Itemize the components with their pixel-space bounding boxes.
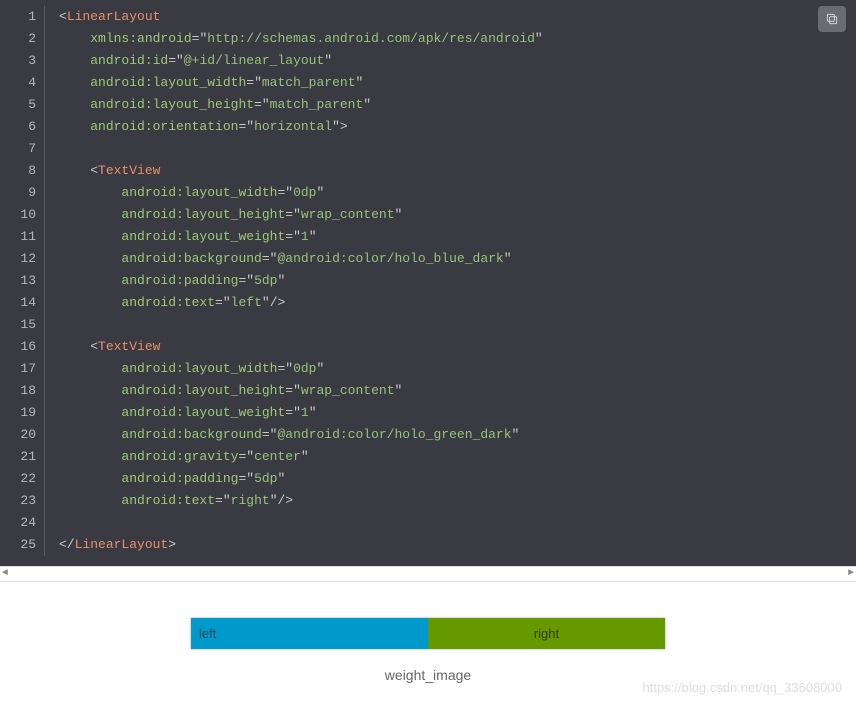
code-line: 6 android:orientation="horizontal"> [0,116,856,138]
code-content: android:layout_width="match_parent" [45,72,363,94]
code-line: 13 android:padding="5dp" [0,270,856,292]
code-line: 24 [0,512,856,534]
code-lines: 1<LinearLayout2 xmlns:android="http://sc… [0,6,856,556]
line-number: 2 [0,28,45,50]
line-number: 4 [0,72,45,94]
scroll-left-arrow[interactable]: ◄ [2,568,8,579]
code-content: <TextView [45,160,160,182]
code-content: android:layout_height="match_parent" [45,94,371,116]
line-number: 24 [0,512,45,534]
code-line: 23 android:text="right"/> [0,490,856,512]
code-content: android:id="@+id/linear_layout" [45,50,332,72]
code-content [45,314,67,336]
line-number: 6 [0,116,45,138]
code-line: 3 android:id="@+id/linear_layout" [0,50,856,72]
line-number: 19 [0,402,45,424]
copy-button[interactable] [818,6,846,32]
code-content: android:layout_weight="1" [45,402,317,424]
line-number: 10 [0,204,45,226]
code-content: </LinearLayout> [45,534,176,556]
line-number: 17 [0,358,45,380]
code-content: android:orientation="horizontal"> [45,116,348,138]
watermark-text: https://blog.csdn.net/qq_33608000 [643,680,843,695]
preview-left-box: left [191,618,428,649]
code-content: android:gravity="center" [45,446,309,468]
code-content: android:padding="5dp" [45,270,285,292]
code-content: android:text="left"/> [45,292,285,314]
line-number: 9 [0,182,45,204]
preview-area: left right weight_image https://blog.csd… [0,582,856,703]
code-line: 17 android:layout_width="0dp" [0,358,856,380]
code-line: 16 <TextView [0,336,856,358]
code-line: 12 android:background="@android:color/ho… [0,248,856,270]
code-content: android:layout_weight="1" [45,226,317,248]
line-number: 14 [0,292,45,314]
preview-right-box: right [428,618,665,649]
line-number: 15 [0,314,45,336]
code-line: 11 android:layout_weight="1" [0,226,856,248]
code-content: xmlns:android="http://schemas.android.co… [45,28,543,50]
code-content: android:layout_height="wrap_content" [45,380,402,402]
code-line: 9 android:layout_width="0dp" [0,182,856,204]
line-number: 7 [0,138,45,160]
code-content: android:layout_height="wrap_content" [45,204,402,226]
line-number: 25 [0,534,45,556]
code-line: 5 android:layout_height="match_parent" [0,94,856,116]
code-line: 21 android:gravity="center" [0,446,856,468]
code-line: 15 [0,314,856,336]
code-line: 25</LinearLayout> [0,534,856,556]
code-content: <TextView [45,336,160,358]
code-content: <LinearLayout [45,6,160,28]
code-line: 8 <TextView [0,160,856,182]
code-line: 19 android:layout_weight="1" [0,402,856,424]
code-line: 1<LinearLayout [0,6,856,28]
line-number: 3 [0,50,45,72]
code-line: 22 android:padding="5dp" [0,468,856,490]
line-number: 23 [0,490,45,512]
line-number: 22 [0,468,45,490]
code-line: 10 android:layout_height="wrap_content" [0,204,856,226]
code-content: android:background="@android:color/holo_… [45,248,512,270]
line-number: 8 [0,160,45,182]
line-number: 20 [0,424,45,446]
code-line: 4 android:layout_width="match_parent" [0,72,856,94]
scroll-right-arrow[interactable]: ► [848,568,854,579]
copy-icon [825,12,839,26]
code-content [45,512,67,534]
line-number: 12 [0,248,45,270]
line-number: 16 [0,336,45,358]
code-content: android:layout_width="0dp" [45,182,324,204]
code-content [45,138,67,160]
code-content: android:layout_width="0dp" [45,358,324,380]
line-number: 18 [0,380,45,402]
line-number: 21 [0,446,45,468]
layout-preview-row: left right [191,618,665,649]
code-line: 14 android:text="left"/> [0,292,856,314]
code-line: 2 xmlns:android="http://schemas.android.… [0,28,856,50]
code-content: android:padding="5dp" [45,468,285,490]
code-line: 18 android:layout_height="wrap_content" [0,380,856,402]
code-block: 1<LinearLayout2 xmlns:android="http://sc… [0,0,856,566]
code-content: android:text="right"/> [45,490,293,512]
code-content: android:background="@android:color/holo_… [45,424,519,446]
line-number: 5 [0,94,45,116]
line-number: 11 [0,226,45,248]
code-line: 7 [0,138,856,160]
line-number: 1 [0,6,45,28]
horizontal-scrollbar[interactable]: ◄ ► [0,566,856,582]
line-number: 13 [0,270,45,292]
code-line: 20 android:background="@android:color/ho… [0,424,856,446]
